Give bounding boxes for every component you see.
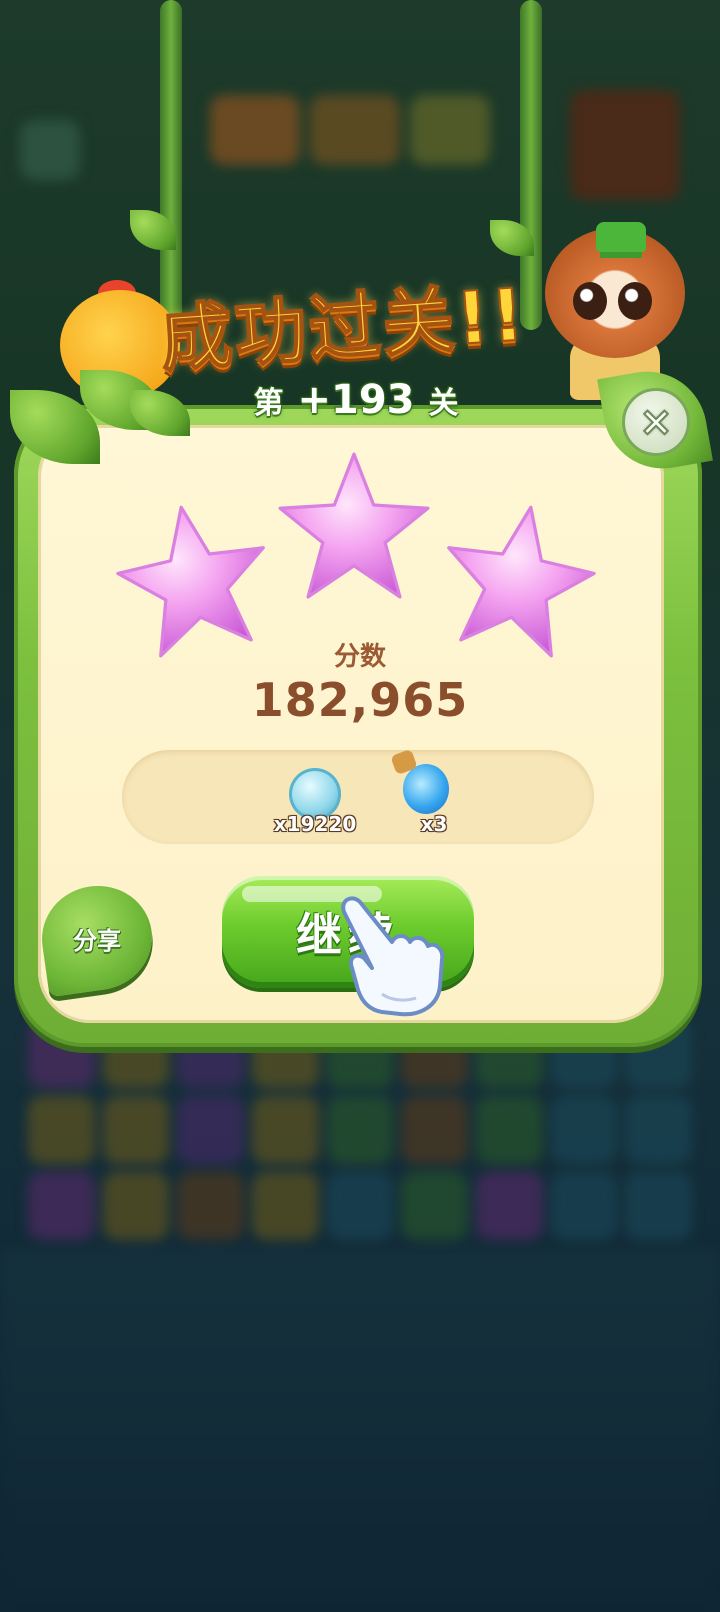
reward-count: x3 bbox=[420, 812, 448, 836]
share-label: 分享 bbox=[73, 926, 122, 955]
level-prefix: 第 bbox=[253, 386, 284, 421]
title-text: 成功过关!! bbox=[157, 271, 530, 382]
score-value: 182,965 bbox=[251, 673, 469, 727]
rewards-panel: x19220 x3 bbox=[122, 748, 594, 844]
level-number: +193 bbox=[297, 377, 415, 423]
background-tile-grid bbox=[28, 1020, 692, 1240]
close-icon: × bbox=[638, 398, 673, 446]
reward-potion: x3 bbox=[364, 748, 484, 844]
reward-coins: x19220 bbox=[255, 750, 375, 844]
close-button[interactable]: × bbox=[622, 388, 690, 456]
raccoon-hat bbox=[596, 222, 646, 252]
level-complete-title: 成功过关!! bbox=[150, 260, 590, 382]
blue-potion-icon bbox=[403, 764, 449, 814]
level-indicator: 第 +193 关 bbox=[236, 373, 476, 429]
star-2 bbox=[272, 446, 436, 610]
score-label: 分数 bbox=[333, 642, 386, 672]
level-suffix: 关 bbox=[428, 386, 459, 421]
reward-count: x19220 bbox=[273, 812, 357, 836]
raccoon-eye bbox=[618, 282, 652, 320]
tutorial-hand-pointer-icon bbox=[330, 890, 450, 1020]
